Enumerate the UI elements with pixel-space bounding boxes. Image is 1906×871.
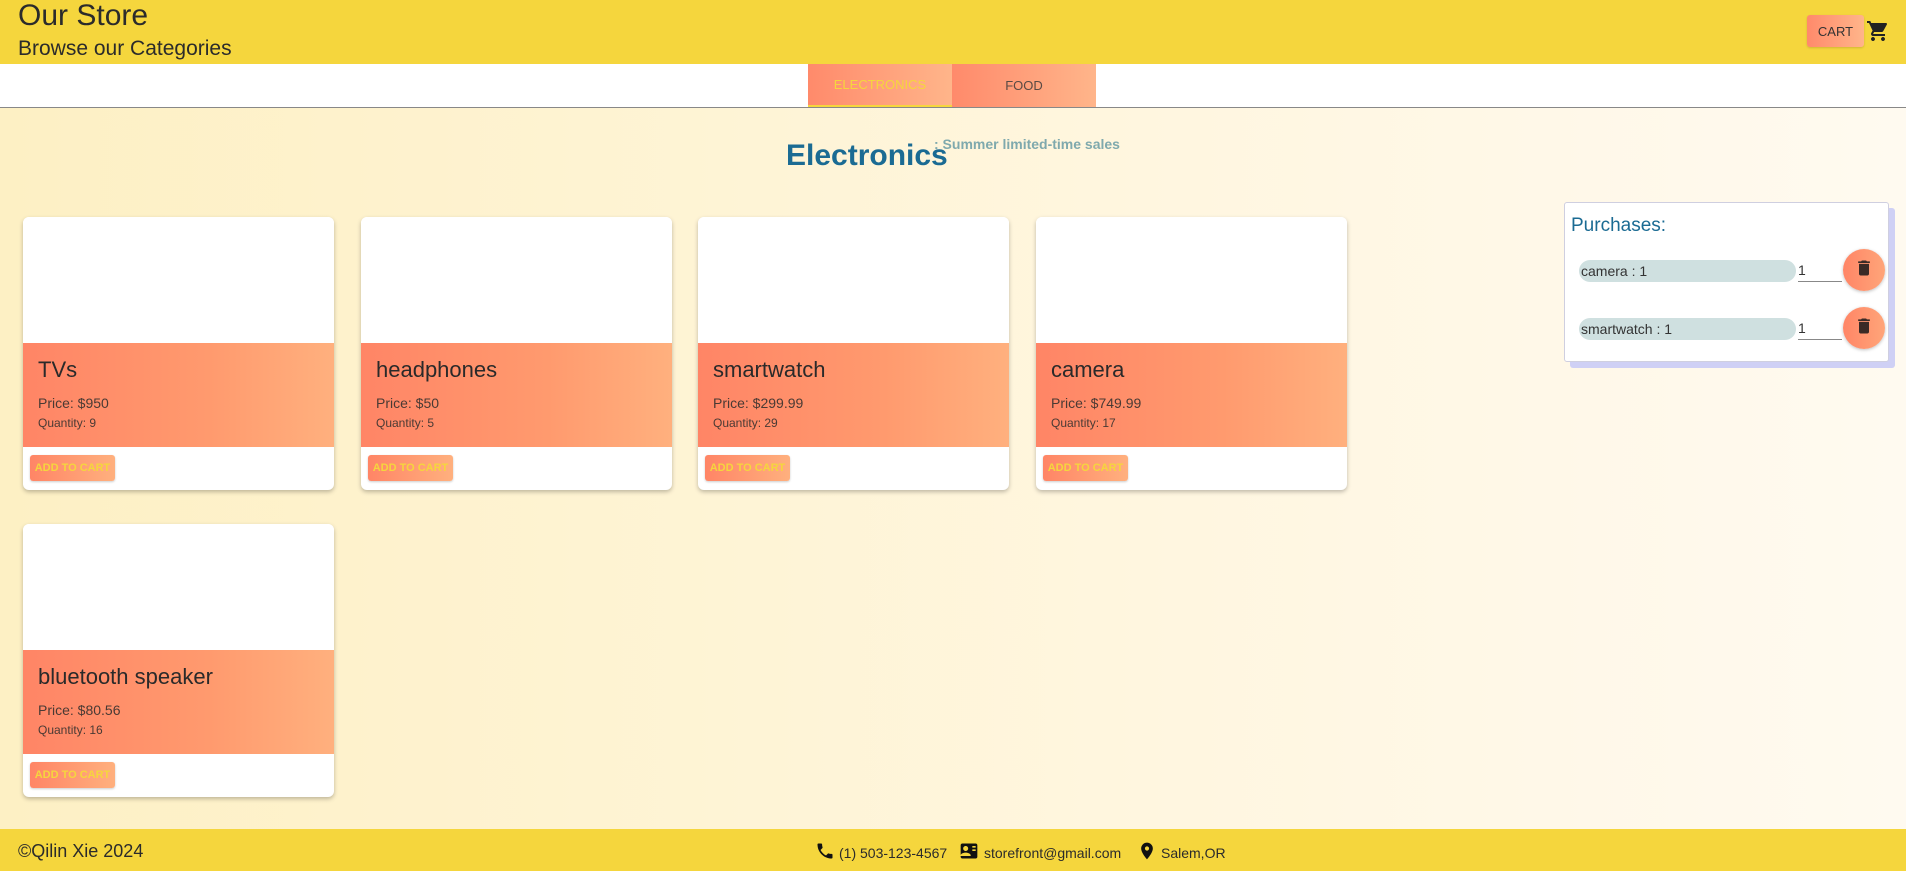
contact-location: Salem,OR xyxy=(1137,841,1226,864)
purchase-item: smartwatch : 1 xyxy=(1565,307,1890,351)
product-price: Price: $50 xyxy=(376,395,440,411)
product-quantity: Quantity: 9 xyxy=(38,416,97,430)
add-to-cart-button[interactable]: ADD TO CART xyxy=(30,762,115,788)
product-price: Price: $950 xyxy=(38,395,109,411)
location-text: Salem,OR xyxy=(1161,844,1226,861)
tab-food[interactable]: FOOD xyxy=(952,64,1096,107)
section-title: Electronics xyxy=(786,139,948,172)
product-image xyxy=(361,217,672,343)
contact-card-icon xyxy=(958,841,984,864)
phone-number: (1) 503-123-4567 xyxy=(839,844,948,861)
add-to-cart-button[interactable]: ADD TO CART xyxy=(30,455,115,481)
tab-electronics[interactable]: ELECTRONICS xyxy=(808,64,952,107)
trash-icon xyxy=(1854,258,1874,283)
store-subtitle: Browse our Categories xyxy=(18,37,232,60)
product-name: smartwatch xyxy=(713,357,826,382)
product-info: TVs Price: $950 Quantity: 9 xyxy=(23,343,334,447)
purchase-quantity-input[interactable] xyxy=(1798,316,1842,340)
purchase-chip: camera : 1 xyxy=(1579,260,1796,282)
product-info: headphones Price: $50 Quantity: 5 xyxy=(361,343,672,447)
delete-button[interactable] xyxy=(1843,307,1885,349)
trash-icon xyxy=(1854,316,1874,341)
product-quantity: Quantity: 5 xyxy=(376,416,435,430)
product-card: TVs Price: $950 Quantity: 9 ADD TO CART xyxy=(23,217,334,490)
product-image xyxy=(1036,217,1347,343)
product-name: TVs xyxy=(38,357,78,382)
product-name: headphones xyxy=(376,357,498,382)
product-card: smartwatch Price: $299.99 Quantity: 29 A… xyxy=(698,217,1009,490)
store-title: Our Store xyxy=(18,0,149,32)
product-card: camera Price: $749.99 Quantity: 17 ADD T… xyxy=(1036,217,1347,490)
app-footer: ©Qilin Xie 2024 (1) 503-123-4567 storefr… xyxy=(0,829,1906,871)
product-quantity: Quantity: 16 xyxy=(38,723,103,737)
contact-email: storefront@gmail.com xyxy=(958,841,1121,864)
product-quantity: Quantity: 17 xyxy=(1051,416,1116,430)
purchase-chip: smartwatch : 1 xyxy=(1579,318,1796,340)
add-to-cart-button[interactable]: ADD TO CART xyxy=(705,455,790,481)
product-image xyxy=(23,217,334,343)
product-info: smartwatch Price: $299.99 Quantity: 29 xyxy=(698,343,1009,447)
product-quantity: Quantity: 29 xyxy=(713,416,778,430)
product-card: bluetooth speaker Price: $80.56 Quantity… xyxy=(23,524,334,797)
phone-icon xyxy=(815,841,839,864)
product-image xyxy=(698,217,1009,343)
product-name: bluetooth speaker xyxy=(38,664,213,689)
product-name: camera xyxy=(1051,357,1125,382)
location-pin-icon xyxy=(1137,841,1161,864)
delete-button[interactable] xyxy=(1843,249,1885,291)
product-info: camera Price: $749.99 Quantity: 17 xyxy=(1036,343,1347,447)
product-card: headphones Price: $50 Quantity: 5 ADD TO… xyxy=(361,217,672,490)
add-to-cart-button[interactable]: ADD TO CART xyxy=(368,455,453,481)
purchases-title: Purchases: xyxy=(1571,215,1667,236)
product-price: Price: $299.99 xyxy=(713,395,804,411)
product-image xyxy=(23,524,334,650)
contact-phone: (1) 503-123-4567 xyxy=(815,841,947,864)
product-price: Price: $749.99 xyxy=(1051,395,1142,411)
copyright-text: ©Qilin Xie 2024 xyxy=(18,841,144,861)
email-address: storefront@gmail.com xyxy=(984,844,1122,861)
add-to-cart-button[interactable]: ADD TO CART xyxy=(1043,455,1128,481)
purchase-item: camera : 1 xyxy=(1565,249,1890,293)
purchases-panel: Purchases: camera : 1 smartwatch : 1 xyxy=(1564,202,1889,362)
purchase-quantity-input[interactable] xyxy=(1798,258,1842,282)
section-subtitle: : Summer limited-time sales xyxy=(934,136,1120,152)
product-info: bluetooth speaker Price: $80.56 Quantity… xyxy=(23,650,334,754)
product-price: Price: $80.56 xyxy=(38,702,121,718)
shopping-cart-icon[interactable] xyxy=(1866,19,1890,43)
cart-button[interactable]: CART xyxy=(1807,15,1864,47)
category-tabs: ELECTRONICS FOOD xyxy=(0,64,1906,108)
app-header: Our Store Browse our Categories CART xyxy=(0,0,1906,64)
